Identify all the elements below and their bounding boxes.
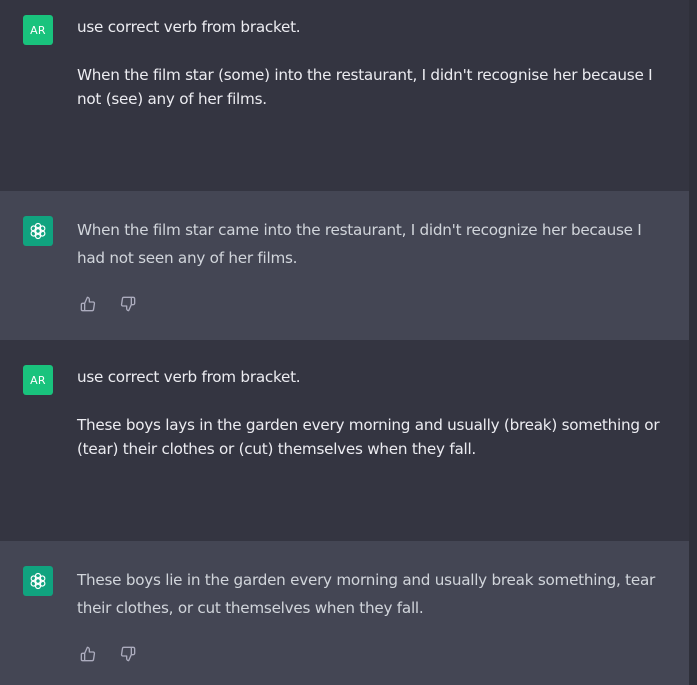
feedback-actions — [79, 645, 137, 663]
scrollbar-track[interactable] — [689, 0, 697, 685]
openai-logo-icon — [23, 216, 53, 246]
assistant-message: When the film star came into the restaur… — [0, 191, 689, 340]
user-message: AR use correct verb from bracket. When t… — [0, 0, 689, 191]
openai-logo-icon — [23, 566, 53, 596]
thumbs-down-icon[interactable] — [119, 645, 137, 663]
thumbs-up-icon[interactable] — [79, 645, 97, 663]
thumbs-down-icon[interactable] — [119, 295, 137, 313]
message-text: use correct verb from bracket. When the … — [77, 15, 673, 111]
message-paragraph: When the film star (some) into the resta… — [77, 66, 653, 108]
message-text: These boys lie in the garden every morni… — [77, 566, 673, 622]
user-avatar: AR — [23, 365, 53, 395]
thumbs-up-icon[interactable] — [79, 295, 97, 313]
message-paragraph: use correct verb from bracket. — [77, 18, 301, 36]
message-paragraph: use correct verb from bracket. — [77, 368, 301, 386]
assistant-message: These boys lie in the garden every morni… — [0, 541, 689, 685]
user-avatar-initials: AR — [30, 373, 46, 387]
user-avatar: AR — [23, 15, 53, 45]
message-text: When the film star came into the restaur… — [77, 216, 673, 272]
message-paragraph: These boys lays in the garden every morn… — [77, 416, 660, 458]
feedback-actions — [79, 295, 137, 313]
user-message: AR use correct verb from bracket. These … — [0, 340, 689, 541]
message-text: use correct verb from bracket. These boy… — [77, 365, 673, 461]
message-paragraph: When the film star came into the restaur… — [77, 221, 642, 267]
user-avatar-initials: AR — [30, 23, 46, 37]
message-paragraph: These boys lie in the garden every morni… — [77, 571, 655, 617]
chat-conversation: AR use correct verb from bracket. When t… — [0, 0, 697, 685]
